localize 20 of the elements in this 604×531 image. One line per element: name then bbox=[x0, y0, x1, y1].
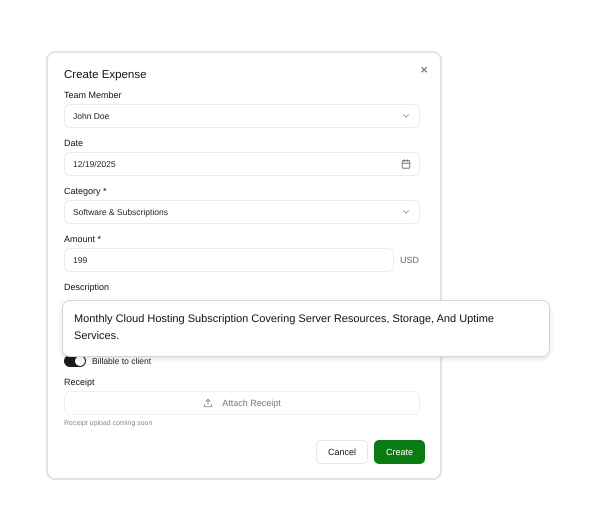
field-label: Team Member bbox=[64, 89, 123, 102]
attach-receipt-button[interactable]: Attach Receipt bbox=[64, 391, 420, 415]
calendar-icon bbox=[401, 159, 411, 169]
currency-label: USD bbox=[400, 255, 420, 265]
field-label: Receipt bbox=[64, 376, 96, 389]
upload-icon bbox=[203, 398, 214, 408]
field-label: Date bbox=[64, 137, 84, 150]
close-button[interactable]: × bbox=[418, 62, 430, 77]
select-field[interactable]: John Doe bbox=[64, 104, 420, 128]
select-field[interactable]: Software & Subscriptions bbox=[64, 200, 420, 224]
field-label: Amount * bbox=[64, 233, 102, 246]
create-button[interactable]: Create bbox=[374, 440, 425, 464]
field-label: Category * bbox=[64, 185, 108, 198]
date-field[interactable]: 12/19/2025 bbox=[64, 152, 420, 176]
tooltip: Monthly Cloud Hosting Subscription Covering Server Resources, Storage, And Uptime Services. bbox=[62, 300, 550, 357]
toggle-label: Billable to client bbox=[92, 356, 152, 366]
cancel-button[interactable]: Cancel bbox=[316, 440, 368, 464]
field-label: Description bbox=[64, 281, 110, 294]
amount-field[interactable]: 199 bbox=[64, 248, 394, 272]
dialog-title: Create Expense bbox=[64, 69, 148, 83]
